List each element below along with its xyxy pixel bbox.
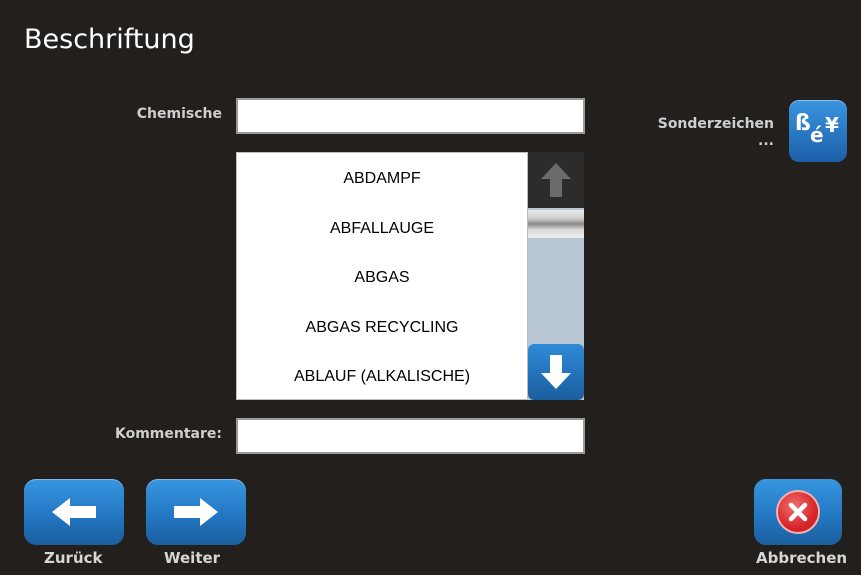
- special-char-yen: ¥: [825, 113, 839, 137]
- list-item[interactable]: ABGAS: [237, 255, 527, 302]
- special-char-e-acute: é: [810, 123, 824, 147]
- chemical-list[interactable]: ABDAMPF ABFALLAUGE ABGAS ABGAS RECYCLING…: [236, 152, 528, 400]
- special-chars-icon: ß é ¥: [793, 111, 843, 151]
- chemische-label: Chemische: [136, 106, 222, 122]
- cancel-label: Abbrechen: [756, 549, 848, 567]
- list-item[interactable]: ABFALLAUGE: [237, 206, 527, 253]
- page-title: Beschriftung: [24, 24, 195, 55]
- special-chars-label-line2: ...: [758, 133, 774, 149]
- chemische-input[interactable]: [236, 98, 585, 134]
- back-label: Zurück: [44, 549, 103, 567]
- special-chars-label: Sonderzeichen ...: [632, 116, 774, 150]
- scroll-thumb[interactable]: [528, 210, 584, 238]
- arrow-down-icon: [541, 355, 571, 389]
- special-chars-label-line1: Sonderzeichen: [657, 116, 774, 132]
- scroll-down-button[interactable]: [528, 344, 584, 400]
- close-icon: [776, 490, 820, 534]
- close-cross-icon: [788, 502, 808, 522]
- list-scrollbar[interactable]: [528, 152, 584, 400]
- kommentare-label: Kommentare:: [115, 426, 222, 442]
- arrow-up-icon: [541, 163, 571, 197]
- arrow-left-icon: [52, 498, 96, 526]
- list-item[interactable]: ABDAMPF: [237, 156, 527, 203]
- scroll-up-button[interactable]: [528, 152, 584, 208]
- cancel-button[interactable]: [754, 479, 842, 545]
- arrow-right-icon: [174, 498, 218, 526]
- special-chars-button[interactable]: ß é ¥: [789, 100, 847, 162]
- kommentare-input[interactable]: [236, 418, 585, 454]
- back-button[interactable]: [24, 479, 124, 545]
- next-button[interactable]: [146, 479, 246, 545]
- list-item[interactable]: ABLAUF (ALKALISCHE): [237, 354, 527, 401]
- next-label: Weiter: [164, 549, 221, 567]
- special-char-sharp-s: ß: [795, 111, 811, 136]
- list-item[interactable]: ABGAS RECYCLING: [237, 305, 527, 352]
